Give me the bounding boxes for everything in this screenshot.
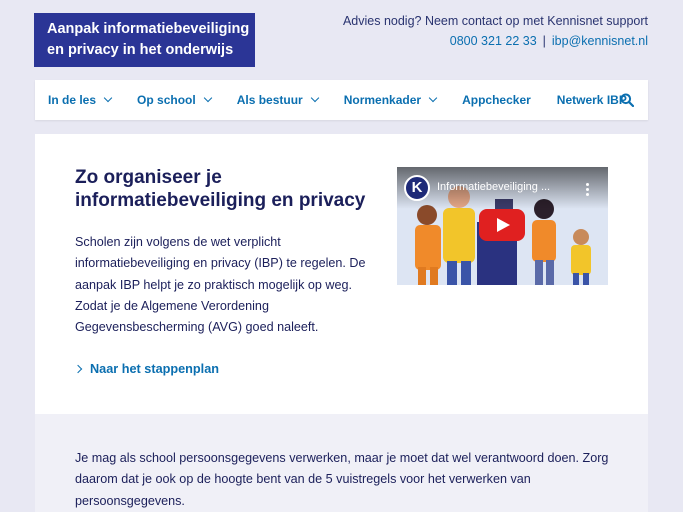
logo-line-1: Aanpak informatiebeveiliging: [47, 21, 250, 37]
logo-line-2: en privacy in het onderwijs: [47, 42, 234, 58]
phone-link[interactable]: 0800 321 22 33: [450, 34, 537, 48]
youtube-play-icon[interactable]: [479, 209, 525, 241]
nav-item-label: Netwerk IBP: [556, 93, 627, 107]
chevron-right-icon: [73, 364, 83, 374]
site-logo[interactable]: Aanpak informatiebeveiliging en privacy …: [34, 13, 255, 67]
nav-item-label: Op school: [137, 93, 196, 107]
contact-prompt: Advies nodig? Neem contact op met Kennis…: [342, 14, 648, 28]
chevron-down-icon: [310, 93, 319, 103]
contact-info: Advies nodig? Neem contact op met Kennis…: [343, 14, 648, 48]
video-title[interactable]: Informatiebeveiliging ...: [437, 181, 550, 193]
chevron-down-icon: [103, 93, 113, 103]
page-title: Zo organiseer je informatiebeveiliging e…: [75, 167, 366, 211]
info-text: Je mag als school persoonsgegevens verwe…: [75, 451, 609, 508]
nav-item-label: Appchecker: [462, 93, 531, 107]
main-navigation: In de les Op school Als bestuur Normenka…: [35, 80, 648, 120]
more-options-icon[interactable]: [586, 183, 589, 198]
search-icon[interactable]: [620, 93, 634, 107]
info-section: Je mag als school persoonsgegevens verwe…: [35, 414, 648, 512]
nav-item-in-de-les[interactable]: In de les: [48, 93, 113, 107]
stappenplan-link[interactable]: Naar het stappenplan: [73, 362, 220, 376]
chevron-down-icon: [203, 93, 212, 103]
chevron-down-icon: [428, 93, 438, 103]
nav-item-label: Als bestuur: [236, 93, 303, 107]
stappenplan-link-label: Naar het stappenplan: [90, 362, 220, 376]
nav-item-label: In de les: [48, 93, 97, 107]
nav-item-op-school[interactable]: Op school: [137, 93, 212, 107]
intro-text: Scholen zijn volgens de wet verplicht in…: [75, 235, 366, 335]
kennisnet-channel-logo[interactable]: K: [404, 175, 430, 201]
hero-card: Zo organiseer je informatiebeveiliging e…: [35, 134, 648, 414]
nav-item-appchecker[interactable]: Appchecker: [462, 93, 531, 107]
nav-item-label: Normenkader: [343, 93, 422, 107]
video-player[interactable]: K Informatiebeveiliging ...: [397, 167, 608, 285]
nav-item-als-bestuur[interactable]: Als bestuur: [236, 93, 319, 107]
contact-separator: |: [542, 34, 546, 48]
email-link[interactable]: ibp@kennisnet.nl: [552, 34, 648, 48]
nav-item-normenkader[interactable]: Normenkader: [343, 93, 438, 107]
nav-item-netwerk-ibp[interactable]: Netwerk IBP: [557, 93, 627, 107]
